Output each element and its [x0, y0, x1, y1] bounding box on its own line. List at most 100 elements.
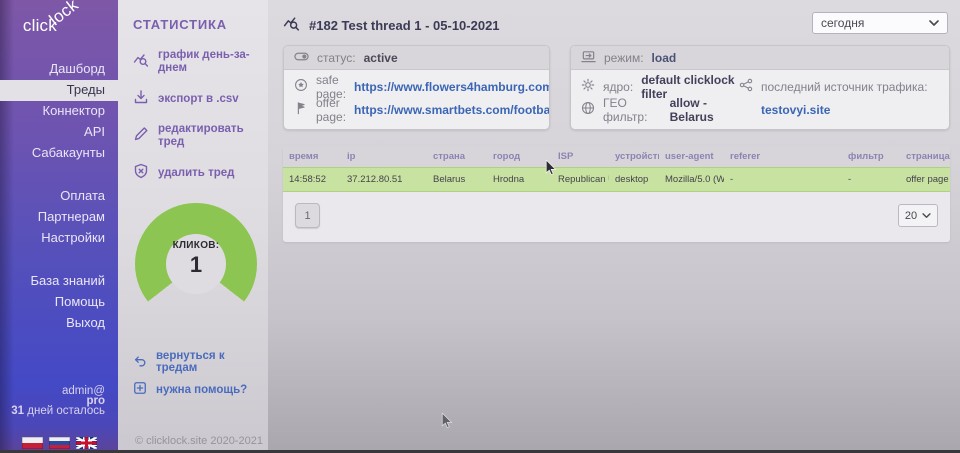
col-referer[interactable]: referer — [724, 146, 842, 168]
traffic-source-link-row: testovyi.site — [739, 98, 939, 121]
main-content: #182 Test thread 1 - 05-10-2021 сегодня … — [268, 0, 960, 453]
page-1-button[interactable]: 1 — [295, 203, 320, 228]
delete-thread-icon — [133, 163, 149, 183]
cell-filter: - — [842, 168, 900, 192]
period-select[interactable]: сегодня — [812, 12, 948, 34]
cell-isp: Republican Unita... — [552, 168, 609, 192]
page-size-value: 20 — [905, 210, 917, 222]
offer-page-label: offer page: — [316, 96, 346, 124]
col-device[interactable]: устройство — [609, 146, 659, 168]
status-value: active — [364, 51, 398, 65]
sidebar-item-logout[interactable]: Выход — [0, 313, 118, 334]
chevron-down-icon — [929, 16, 939, 30]
gauge-value: 1 — [135, 252, 257, 278]
mode-panel-header: режим: load — [571, 46, 949, 70]
safe-page-link[interactable]: https://www.flowers4hamburg.com/ — [354, 80, 550, 94]
globe-icon — [581, 101, 595, 118]
sidebar-item-connector[interactable]: Коннектор — [0, 101, 118, 122]
mode-panel: режим: load ядро: default clicklock filt… — [570, 45, 950, 130]
table-row[interactable]: 14:58:52 37.212.80.51 Belarus Hrodna Rep… — [283, 168, 950, 192]
clicks-table-card: время ip страна город ISP устройство use… — [283, 146, 950, 242]
sidebar-item-settings[interactable]: Настройки — [0, 228, 118, 249]
nav-divider — [0, 249, 118, 271]
flag-poland-icon[interactable] — [22, 437, 43, 449]
thread-title-text: #182 Test thread 1 - 05-10-2021 — [309, 18, 500, 33]
traffic-source-label: последний источник трафика: — [761, 80, 928, 94]
gear-icon — [581, 78, 595, 95]
traffic-source-link[interactable]: testovyi.site — [761, 103, 830, 117]
geo-filter-value: allow - Belarus — [670, 96, 739, 124]
col-country[interactable]: страна — [427, 146, 487, 168]
cell-referer: - — [724, 168, 842, 192]
pagination: 1 20 — [283, 192, 950, 230]
sidebar-item-knowledge-base[interactable]: База знаний — [0, 271, 118, 292]
need-help-label: нужна помощь? — [156, 384, 247, 396]
col-city[interactable]: город — [487, 146, 552, 168]
col-page[interactable]: страница — [900, 146, 950, 168]
delete-thread-button[interactable]: удалить тред — [133, 163, 268, 183]
sidebar-item-partners[interactable]: Партнерам — [0, 207, 118, 228]
sidebar-item-threads[interactable]: Треды — [0, 80, 118, 101]
geo-filter-label: ГЕО фильтр: — [603, 96, 662, 124]
status-panel-header: статус: active — [284, 46, 549, 70]
cell-ip: 37.212.80.51 — [341, 168, 427, 192]
mode-left-column: ядро: default clicklock filter ГЕО фильт… — [581, 75, 739, 121]
clicks-table: время ip страна город ISP устройство use… — [283, 146, 950, 192]
chart-day-icon — [133, 52, 149, 72]
chevron-down-icon — [922, 210, 931, 222]
back-to-threads-link[interactable]: вернуться к тредам — [133, 350, 268, 374]
offer-page-link[interactable]: https://www.smartbets.com/football/tea..… — [354, 103, 550, 117]
laptop-arrow-icon — [581, 49, 596, 67]
flag-icon — [294, 101, 308, 118]
mode-value: load — [652, 51, 677, 65]
clicks-gauge: КЛИКОВ: 1 — [135, 203, 257, 325]
offer-page-row: offer page: https://www.smartbets.com/fo… — [294, 98, 539, 121]
thread-title: #182 Test thread 1 - 05-10-2021 — [283, 15, 500, 35]
mode-right-column: последний источник трафика: testovyi.sit… — [739, 75, 939, 121]
col-time[interactable]: время — [283, 146, 341, 168]
sidebar-item-api[interactable]: API — [0, 122, 118, 143]
edit-thread-label: редактировать тред — [158, 123, 268, 149]
export-csv-label: экспорт в .csv — [158, 93, 239, 106]
sidebar-item-help[interactable]: Помощь — [0, 292, 118, 313]
daily-chart-label: график день-за-днем — [158, 49, 268, 75]
cell-device: desktop — [609, 168, 659, 192]
need-help-link[interactable]: нужна помощь? — [133, 381, 268, 398]
sidebar-item-dashboard[interactable]: Дашборд — [0, 59, 118, 80]
copyright-text: © clicklock.site 2020-2021 — [135, 435, 263, 447]
flag-uk-icon[interactable] — [76, 437, 97, 449]
nav-divider — [0, 164, 118, 186]
flag-russia-icon[interactable] — [49, 437, 70, 449]
edit-thread-button[interactable]: редактировать тред — [133, 123, 268, 149]
clicklock-logo[interactable]: clicklock — [0, 0, 118, 46]
info-panels: статус: active safe page: https://www.fl… — [283, 45, 960, 130]
cell-country: Belarus — [427, 168, 487, 192]
account-days-left: 31 дней осталось — [11, 406, 105, 416]
cell-city: Hrodna — [487, 168, 552, 192]
col-isp[interactable]: ISP — [552, 146, 609, 168]
traffic-source-row: последний источник трафика: — [739, 75, 939, 98]
sidebar-item-payment[interactable]: Оплата — [0, 186, 118, 207]
share-icon — [739, 78, 753, 95]
status-label: статус: — [317, 51, 356, 65]
page-size-select[interactable]: 20 — [898, 204, 938, 227]
export-csv-button[interactable]: экспорт в .csv — [133, 89, 268, 109]
col-user-agent[interactable]: user-agent — [659, 146, 724, 168]
daily-chart-button[interactable]: график день-за-днем — [133, 49, 268, 75]
language-switcher — [0, 437, 118, 449]
col-ip[interactable]: ip — [341, 146, 427, 168]
sidebar-nav: Дашборд Треды Коннектор API Сабакаунты О… — [0, 59, 118, 334]
export-csv-icon — [133, 89, 149, 109]
sidebar: clicklock Дашборд Треды Коннектор API Са… — [0, 0, 118, 453]
stats-menu: график день-за-днем экспорт в .csv редак… — [133, 49, 268, 183]
back-to-threads-label: вернуться к тредам — [156, 350, 268, 374]
undo-icon — [133, 354, 147, 371]
toggle-icon — [294, 49, 309, 67]
gauge-label: КЛИКОВ: — [135, 240, 257, 251]
period-select-value: сегодня — [821, 16, 864, 30]
col-filter[interactable]: фильтр — [842, 146, 900, 168]
sidebar-item-subaccounts[interactable]: Сабакаунты — [0, 143, 118, 164]
status-panel-body: safe page: https://www.flowers4hamburg.c… — [284, 70, 549, 129]
cell-user-agent: Mozilla/5.0 (Win... — [659, 168, 724, 192]
cell-page: offer page — [900, 168, 950, 192]
